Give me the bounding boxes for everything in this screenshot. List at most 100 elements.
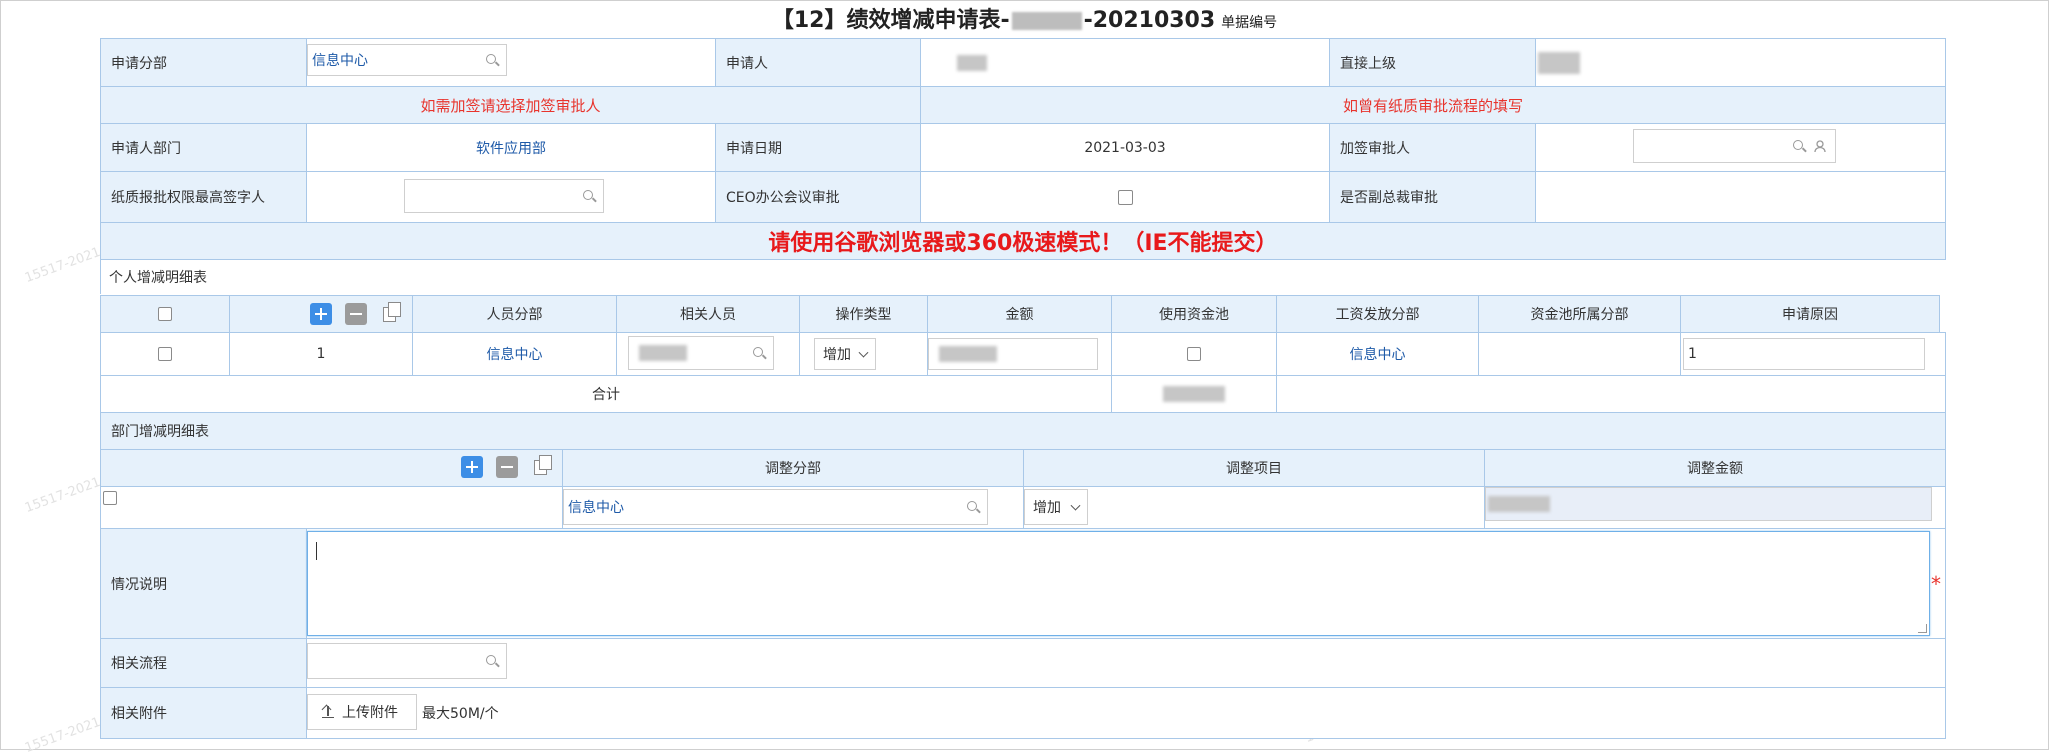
page-title: 【12】绩效增减申请表- -20210303 单据编号 (0, 4, 2049, 38)
apply-date-label: 申请日期 (715, 123, 921, 172)
dept-col-header: 调整项目 (1023, 449, 1485, 487)
resize-handle[interactable] (1918, 624, 1927, 633)
redacted-supervisor (1538, 52, 1580, 74)
fund-pool-checkbox[interactable] (1187, 347, 1201, 361)
op-type-value: 增加 (823, 344, 851, 364)
related-flow-input[interactable] (307, 643, 507, 679)
cosign-notice: 如需加签请选择加签审批人 (100, 86, 921, 124)
op-type-select[interactable]: 增加 (814, 338, 876, 370)
ceo-approval-label: CEO办公会议审批 (715, 171, 921, 223)
dept-select[interactable]: 信息中心 (307, 44, 507, 76)
cosign-approver-label: 加签审批人 (1329, 123, 1536, 172)
dept-division-value: 信息中心 (568, 497, 624, 517)
related-flow-label: 相关流程 (100, 638, 307, 688)
vp-approval-label: 是否副总裁审批 (1329, 171, 1536, 223)
dept-amount-input[interactable] (1485, 487, 1932, 521)
dept-item-value: 增加 (1033, 497, 1061, 517)
add-row-button[interactable] (310, 303, 332, 325)
amount-input[interactable] (928, 338, 1098, 370)
related-person-input[interactable] (628, 336, 774, 370)
doc-number-label: 单据编号 (1221, 15, 1277, 31)
col-header: 操作类型 (799, 295, 928, 333)
redacted-applicant (957, 55, 987, 71)
dept-row-checkbox[interactable] (103, 491, 117, 505)
redacted-amount (939, 346, 997, 362)
remove-row-button[interactable] (496, 456, 518, 478)
row-division: 信息中心 (412, 332, 617, 376)
redacted-dept-amount (1488, 496, 1550, 512)
dept-division-input[interactable]: 信息中心 (563, 489, 988, 525)
reason-input[interactable]: 1 (1683, 338, 1925, 370)
applicant-dept-label: 申请人部门 (100, 123, 307, 172)
dept-value-cell: 信息中心 (306, 38, 716, 87)
cosign-approver-cell (1535, 123, 1946, 172)
redacted-total (1163, 386, 1225, 402)
dept-label: 申请分部 (100, 38, 307, 87)
search-icon[interactable] (753, 347, 765, 359)
col-header: 申请原因 (1680, 295, 1940, 333)
search-icon[interactable] (486, 54, 498, 66)
attachments-label: 相关附件 (100, 687, 307, 739)
search-icon[interactable] (486, 655, 498, 667)
col-header: 工资发放分部 (1276, 295, 1479, 333)
search-icon[interactable] (1793, 140, 1805, 152)
title-prefix: 【12】绩效增减申请表- (772, 8, 1010, 33)
upload-limit: 最大50M/个 (422, 703, 499, 723)
applicant-label: 申请人 (715, 38, 921, 87)
dept-section-title: 部门增减明细表 (100, 412, 1946, 450)
related-flow-cell (306, 638, 1946, 688)
title-date: -20210303 (1084, 8, 1216, 33)
row-checkbox[interactable] (158, 347, 172, 361)
search-icon[interactable] (967, 501, 979, 513)
row-fund-pool-cell (1111, 332, 1277, 376)
apply-date-value: 2021-03-03 (920, 123, 1330, 172)
paper-flow-notice: 如曾有纸质审批流程的填写 (920, 86, 1946, 124)
applicant-dept-value: 软件应用部 (306, 123, 716, 172)
description-textarea[interactable] (307, 531, 1930, 636)
row-pool-division (1478, 332, 1681, 376)
col-header: 使用资金池 (1111, 295, 1277, 333)
remove-row-button[interactable] (345, 303, 367, 325)
col-header: 人员分部 (412, 295, 617, 333)
dept-col-header: 调整分部 (562, 449, 1024, 487)
upload-button-label: 上传附件 (342, 702, 398, 722)
row-select-cell (100, 332, 230, 376)
browser-warning: 请使用谷歌浏览器或360极速模式！（IE不能提交） (100, 222, 1946, 260)
add-row-button[interactable] (461, 456, 483, 478)
select-all-checkbox[interactable] (158, 307, 172, 321)
col-header: 资金池所属分部 (1478, 295, 1681, 333)
copy-row-button[interactable] (531, 454, 553, 476)
redacted-person (639, 345, 687, 361)
ceo-approval-cell (920, 171, 1330, 223)
dept-item-select[interactable]: 增加 (1024, 489, 1088, 525)
chevron-down-icon (859, 348, 869, 358)
description-label: 情况说明 (100, 528, 307, 639)
search-icon[interactable] (583, 190, 595, 202)
cosign-approver-input[interactable] (1633, 129, 1836, 163)
total-rest-cell (1276, 375, 1946, 413)
upload-icon (322, 704, 334, 718)
upload-button[interactable]: 上传附件 (307, 694, 417, 730)
personal-section-title: 个人增减明细表 (100, 260, 1946, 294)
ceo-approval-checkbox[interactable] (1118, 190, 1133, 205)
reason-value: 1 (1688, 346, 1697, 362)
row-pay-division: 信息中心 (1276, 332, 1479, 376)
paper-signer-label: 纸质报批权限最高签字人 (100, 171, 307, 223)
vp-approval-cell (1535, 171, 1946, 223)
dept-item-cell: 增加 (1023, 486, 1485, 529)
dept-row-select-cell (100, 486, 563, 529)
col-header: 相关人员 (616, 295, 800, 333)
attachments-cell: 上传附件 最大50M/个 (306, 687, 1946, 739)
copy-row-button[interactable] (380, 301, 402, 323)
dept-toolbar-cell (100, 449, 563, 487)
row-person-cell (616, 332, 800, 376)
supervisor-label: 直接上级 (1329, 38, 1536, 87)
dept-division-cell: 信息中心 (562, 486, 1024, 529)
required-marker: * (1931, 572, 1941, 596)
supervisor-value-cell (1535, 38, 1946, 87)
user-icon[interactable] (1813, 139, 1827, 153)
dept-value: 信息中心 (312, 50, 368, 70)
paper-signer-cell (306, 171, 716, 223)
paper-signer-input[interactable] (404, 179, 604, 213)
row-optype-cell: 增加 (799, 332, 928, 376)
